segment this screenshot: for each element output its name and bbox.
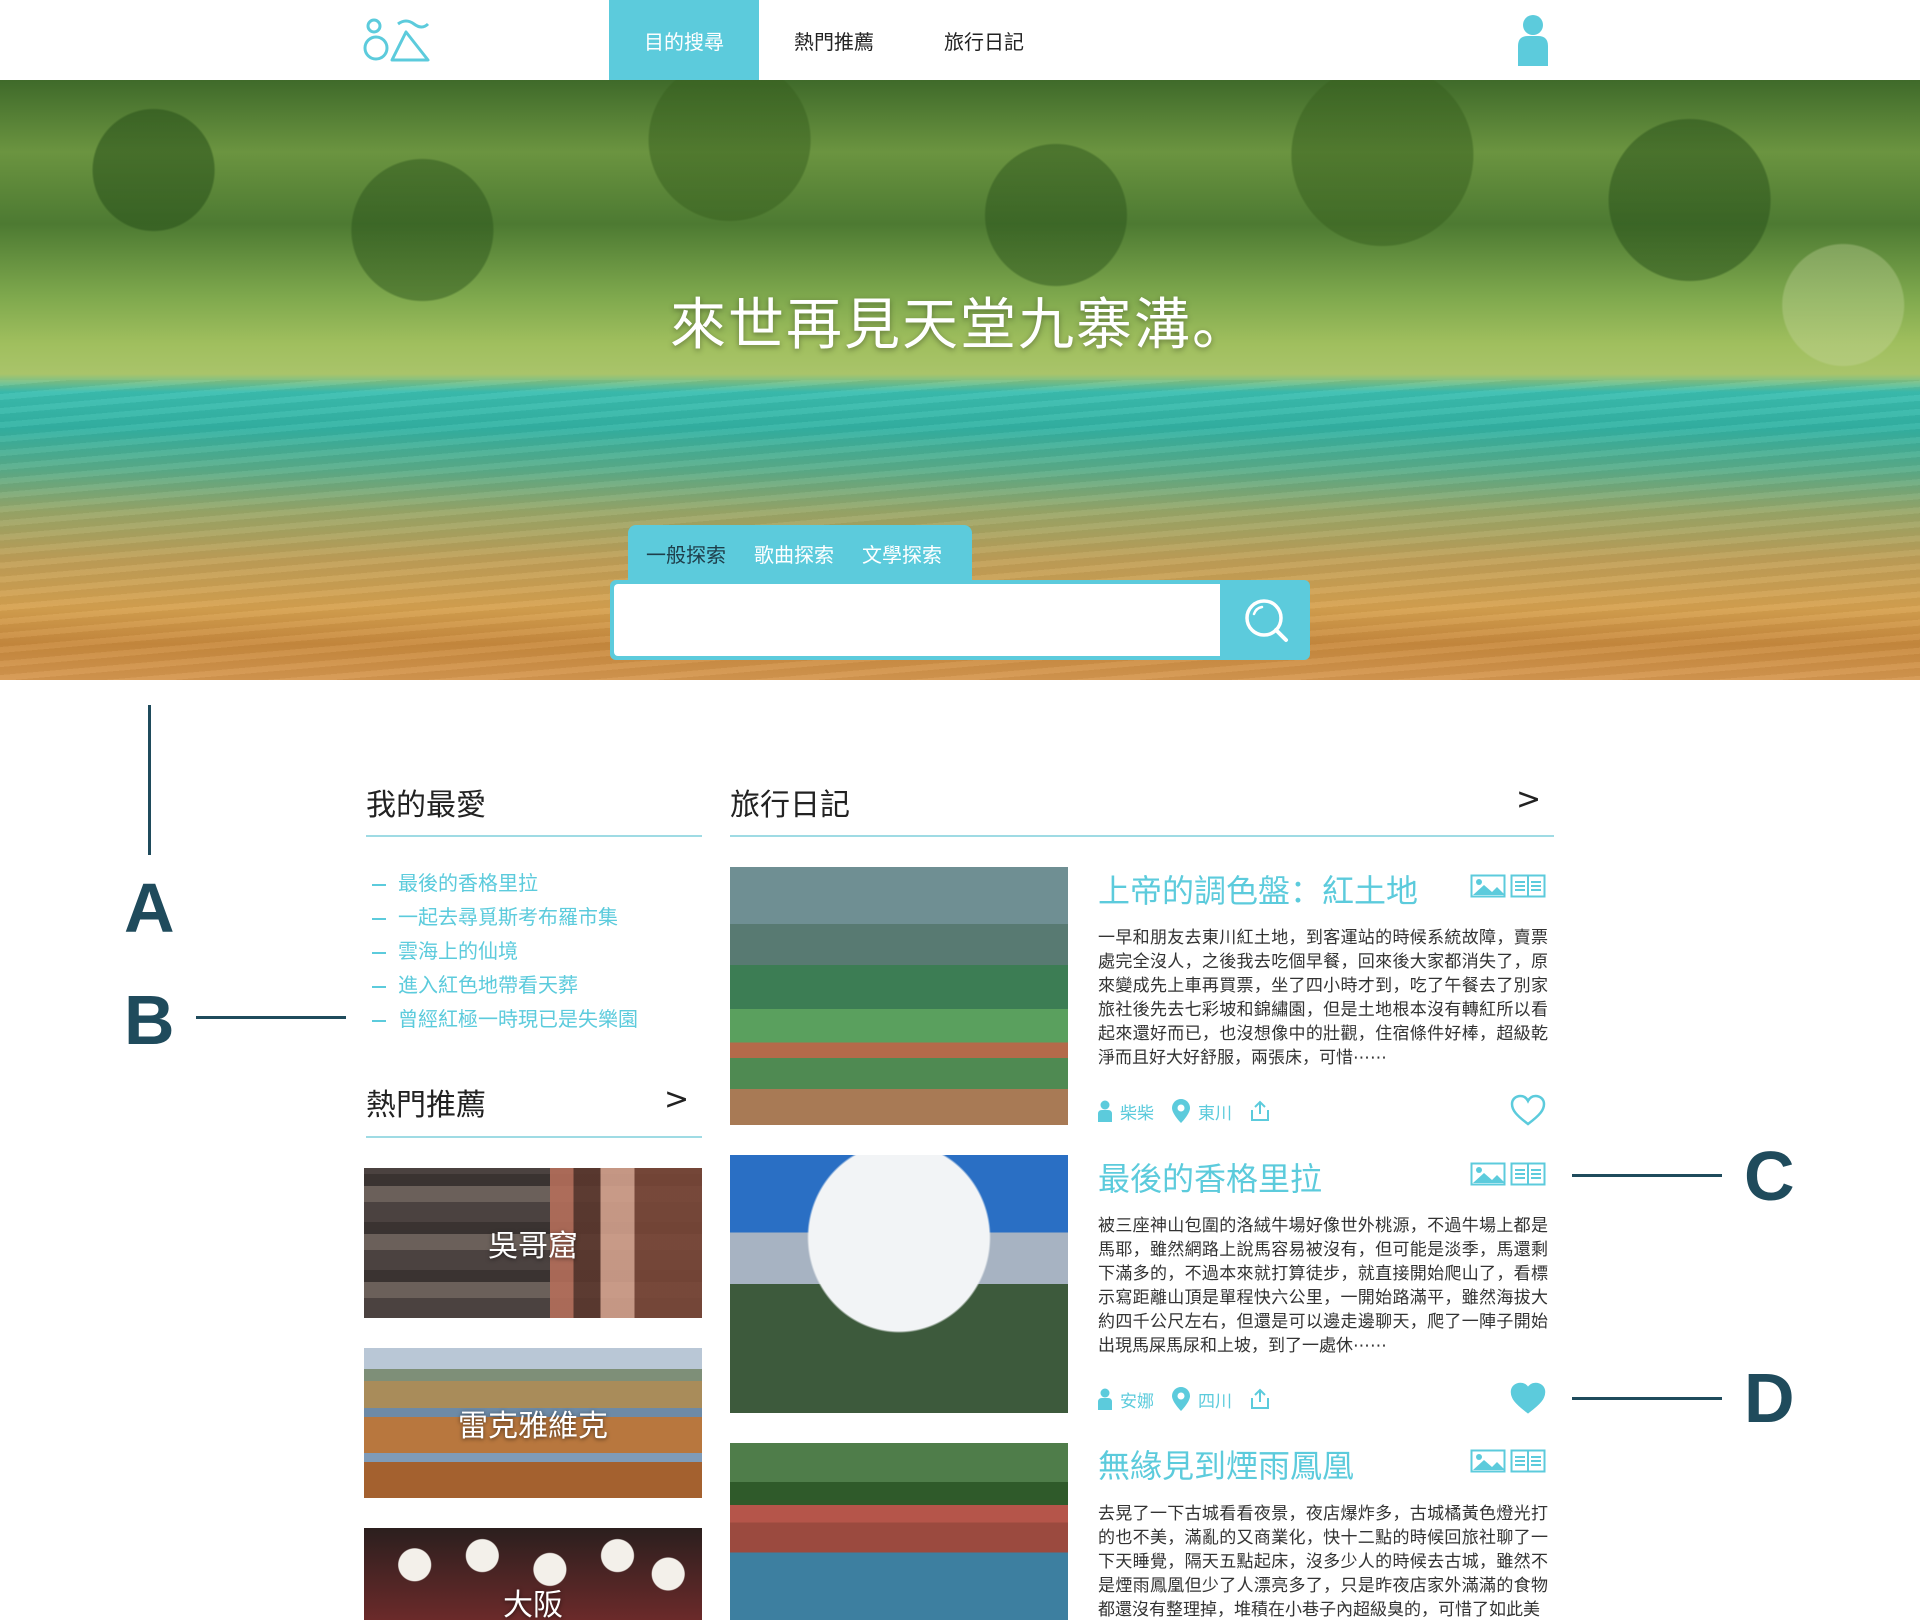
recommend-card-label: 吳哥窟 [488,1229,578,1264]
author-name: 柴柴 [1120,1103,1154,1124]
diary-divider [730,835,1554,837]
diary-entry-excerpt: 被三座神山包圍的洛絨牛場好像世外桃源，不過牛場上都是馬耶，雖然網路上說馬容易被沒… [1098,1216,1548,1356]
location-name: 四川 [1198,1391,1232,1412]
recommend-divider [366,1136,702,1138]
search-input[interactable] [614,584,1220,656]
search-tab-song[interactable]: 歌曲探索 [754,539,834,568]
location-link[interactable]: 東川 [1172,1099,1232,1124]
diary-entry-excerpt: 一早和朋友去東川紅土地，到客運站的時候系統故障，賣票處完全沒人，之後我去吃個早餐… [1098,928,1548,1068]
dash-icon [372,985,386,988]
diary-entry-excerpt: 去晃了一下古城看看夜景，夜店爆炸多，古城橘黃色燈光打的也不美，滿亂的又商業化，快… [1098,1504,1548,1620]
favorites-title: 我的最愛 [366,788,486,823]
recommend-card-label: 大阪 [503,1588,563,1620]
user-icon[interactable] [1516,14,1550,66]
favorite-item-label: 最後的香格里拉 [398,871,538,895]
logo-icon[interactable] [362,18,432,64]
dash-icon [372,883,386,886]
diary-entry-image[interactable] [730,1155,1068,1413]
share-icon [1251,1100,1269,1121]
annotation-a-line [148,705,151,855]
image-icon[interactable] [1470,874,1506,898]
author-name: 安娜 [1120,1391,1154,1412]
diary-entry-meta: 安娜 四川 [1098,1386,1296,1412]
recommend-card-angkor[interactable]: 吳哥窟 [364,1168,702,1318]
article-icon[interactable] [1510,874,1546,898]
nav-tab-destination-search[interactable]: 目的搜尋 [609,0,759,80]
hero-banner: 來世再見天堂九寨溝。 一般探索 歌曲探索 文學探索 [0,80,1920,680]
author-link[interactable]: 柴柴 [1098,1099,1154,1124]
favorite-item[interactable]: 一起去尋覓斯考布羅市集 [372,900,638,934]
recommend-card-label: 雷克雅維克 [458,1409,608,1444]
recommend-title: 熱門推薦 [366,1088,486,1123]
annotation-d: D [1744,1359,1795,1437]
location-name: 東川 [1198,1103,1232,1124]
image-icon[interactable] [1470,1162,1506,1186]
favorite-item-label: 一起去尋覓斯考布羅市集 [398,905,618,929]
diary-entry-image[interactable] [730,867,1068,1125]
diary-entry-image[interactable] [730,1443,1068,1620]
diary-entry-title[interactable]: 最後的香格里拉 [1098,1154,1322,1200]
search-mode-tabs: 一般探索 歌曲探索 文學探索 [628,525,972,581]
heart-outline-icon[interactable] [1510,1094,1546,1126]
recommend-more-link[interactable]: > [664,1082,689,1117]
favorites-divider [366,835,702,837]
person-icon [1098,1388,1112,1410]
author-link[interactable]: 安娜 [1098,1387,1154,1412]
image-icon[interactable] [1470,1449,1506,1473]
dash-icon [372,917,386,920]
hero-title: 來世再見天堂九寨溝。 [670,293,1250,358]
person-icon [1098,1100,1112,1122]
dash-icon [372,1019,386,1022]
share-button[interactable] [1250,1100,1278,1122]
favorite-item[interactable]: 最後的香格里拉 [372,866,638,900]
article-icon[interactable] [1510,1449,1546,1473]
annotation-c-line [1572,1174,1722,1177]
diary-entry-title[interactable]: 上帝的調色盤：紅土地 [1098,866,1418,912]
location-pin-icon [1172,1099,1190,1123]
nav-tab-popular[interactable]: 熱門推薦 [759,0,909,80]
share-button[interactable] [1250,1388,1278,1410]
favorite-item[interactable]: 進入紅色地帶看天葬 [372,968,638,1002]
favorite-item-label: 曾經紅極一時現已是失樂園 [398,1007,638,1031]
location-pin-icon [1172,1387,1190,1411]
location-link[interactable]: 四川 [1172,1387,1232,1412]
top-nav: 目的搜尋 熱門推薦 旅行日記 [0,0,1920,80]
recommend-card-osaka[interactable]: 大阪 [364,1528,702,1620]
favorite-item-label: 雲海上的仙境 [398,939,518,963]
annotation-c: C [1744,1137,1795,1215]
search-tab-general[interactable]: 一般探索 [646,539,726,568]
diary-title: 旅行日記 [730,788,850,823]
nav-tab-travel-diary[interactable]: 旅行日記 [909,0,1059,80]
search-bar [610,580,1310,660]
heart-filled-icon[interactable] [1510,1382,1546,1414]
annotation-a: A [124,869,175,947]
search-tab-literature[interactable]: 文學探索 [862,539,942,568]
article-icon[interactable] [1510,1162,1546,1186]
dash-icon [372,951,386,954]
diary-more-link[interactable]: > [1516,782,1541,817]
annotation-b-line [196,1016,346,1019]
favorite-item-label: 進入紅色地帶看天葬 [398,973,578,997]
favorites-list: 最後的香格里拉 一起去尋覓斯考布羅市集 雲海上的仙境 進入紅色地帶看天葬 曾經紅… [372,866,638,1036]
share-icon [1251,1388,1269,1409]
annotation-b: B [124,981,175,1059]
recommend-card-reykjavik[interactable]: 雷克雅維克 [364,1348,702,1498]
favorite-item[interactable]: 曾經紅極一時現已是失樂園 [372,1002,638,1036]
annotation-d-line [1572,1397,1722,1400]
diary-entry-title[interactable]: 無緣見到煙雨鳳凰 [1098,1441,1354,1487]
diary-entry-meta: 柴柴 東川 [1098,1098,1296,1124]
favorite-item[interactable]: 雲海上的仙境 [372,934,638,968]
search-icon[interactable] [1220,580,1310,660]
